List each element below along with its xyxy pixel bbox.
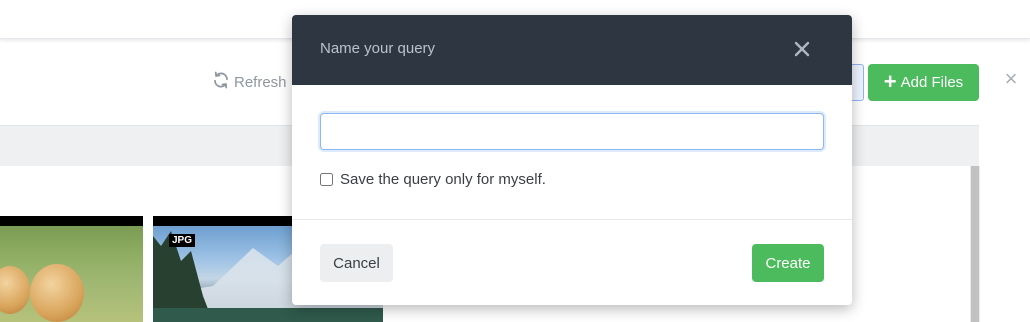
close-icon[interactable] <box>790 37 814 61</box>
dialog-divider <box>292 219 852 220</box>
save-private-option[interactable]: Save the query only for myself. <box>320 171 546 188</box>
dialog-title: Name your query <box>320 40 436 57</box>
save-private-checkbox[interactable] <box>320 173 333 186</box>
save-private-label: Save the query only for myself. <box>340 171 546 188</box>
dialog-header: Name your query <box>292 15 852 85</box>
create-button[interactable]: Create <box>752 244 824 282</box>
query-name-input[interactable] <box>320 113 824 150</box>
cancel-button[interactable]: Cancel <box>320 244 393 282</box>
name-query-dialog: Name your query Save the query only for … <box>292 15 852 305</box>
